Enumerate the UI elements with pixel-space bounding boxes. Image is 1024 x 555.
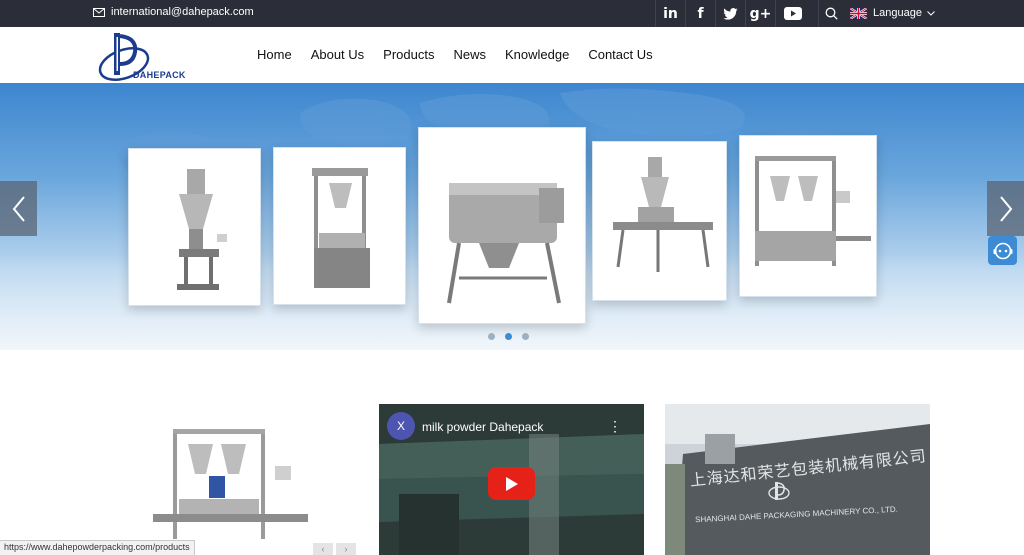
video-title[interactable]: milk powder Dahepack (422, 420, 543, 434)
linkedin-icon[interactable]: in (655, 0, 685, 27)
featured-product-image[interactable] (143, 404, 313, 555)
company-logo-mark (768, 482, 790, 500)
product-card-2[interactable] (273, 147, 406, 305)
facebook-icon[interactable]: f (685, 0, 715, 27)
play-icon (505, 476, 518, 491)
youtube-icon[interactable] (775, 0, 809, 27)
nav-contact-us[interactable]: Contact Us (588, 47, 652, 62)
ribbon-mixer-image (447, 183, 564, 304)
carousel-dot-1[interactable] (488, 333, 495, 340)
hero-carousel (0, 83, 1024, 350)
nav-about-us[interactable]: About Us (311, 47, 364, 62)
contact-email[interactable]: international@dahepack.com (93, 6, 254, 18)
carousel-dots (488, 333, 539, 340)
language-label: Language (873, 7, 922, 19)
can-filler-image (312, 168, 370, 288)
search-button[interactable] (818, 0, 844, 27)
top-bar: international@dahepack.com in f g+ Langu… (0, 0, 1024, 27)
main-nav: Home About Us Products News Knowledge Co… (257, 47, 672, 62)
chat-icon (993, 242, 1012, 259)
carousel-next-button[interactable] (987, 181, 1024, 236)
site-header: DAHEPACK Home About Us Products News Kno… (0, 27, 1024, 83)
play-button[interactable] (488, 467, 535, 500)
search-icon (825, 7, 838, 20)
twitter-bird-glyph (723, 7, 738, 20)
chevron-right-icon (999, 195, 1012, 222)
filling-line-image (153, 429, 308, 539)
company-sign-image[interactable]: 上海达和荣艺包装机械有限公司 SHANGHAI DAHE PACKAGING M… (665, 404, 930, 555)
channel-avatar[interactable]: X (387, 412, 415, 440)
browser-status-url: https://www.dahepowderpacking.com/produc… (0, 540, 195, 555)
product-prev-button[interactable]: ‹ (313, 543, 333, 555)
nav-knowledge[interactable]: Knowledge (505, 47, 569, 62)
product-card-4[interactable] (592, 141, 727, 301)
product-card-5[interactable] (739, 135, 877, 297)
youtube-glyph (783, 7, 802, 20)
product-next-button[interactable]: › (336, 543, 356, 555)
nav-home[interactable]: Home (257, 47, 292, 62)
youtube-video-embed[interactable]: X milk powder Dahepack ⋮ (379, 404, 644, 555)
chevron-left-icon (12, 195, 25, 222)
more-vert-icon[interactable]: ⋮ (608, 418, 622, 435)
twin-filler-image (755, 156, 871, 266)
carousel-prev-button[interactable] (0, 181, 37, 236)
carousel-dot-3[interactable] (522, 333, 529, 340)
nav-news[interactable]: News (453, 47, 486, 62)
chevron-down-icon (927, 10, 935, 16)
nav-products[interactable]: Products (383, 47, 434, 62)
product-card-3[interactable] (418, 127, 586, 324)
logo-text: DAHEPACK (133, 70, 186, 80)
product-card-1[interactable] (128, 148, 261, 306)
product-slider-controls: ‹ › (313, 543, 359, 555)
mail-icon (93, 7, 105, 17)
online-chat-button[interactable] (988, 236, 1017, 265)
carousel-dot-2[interactable] (505, 333, 512, 340)
auto-filler-line-image (613, 157, 713, 272)
language-selector[interactable]: Language (850, 7, 935, 19)
social-links: in f g+ (655, 0, 809, 27)
google-plus-icon[interactable]: g+ (745, 0, 775, 27)
email-text: international@dahepack.com (111, 6, 254, 18)
uk-flag-icon (850, 7, 867, 19)
twitter-icon[interactable] (715, 0, 745, 27)
auger-filler-image (177, 169, 227, 290)
